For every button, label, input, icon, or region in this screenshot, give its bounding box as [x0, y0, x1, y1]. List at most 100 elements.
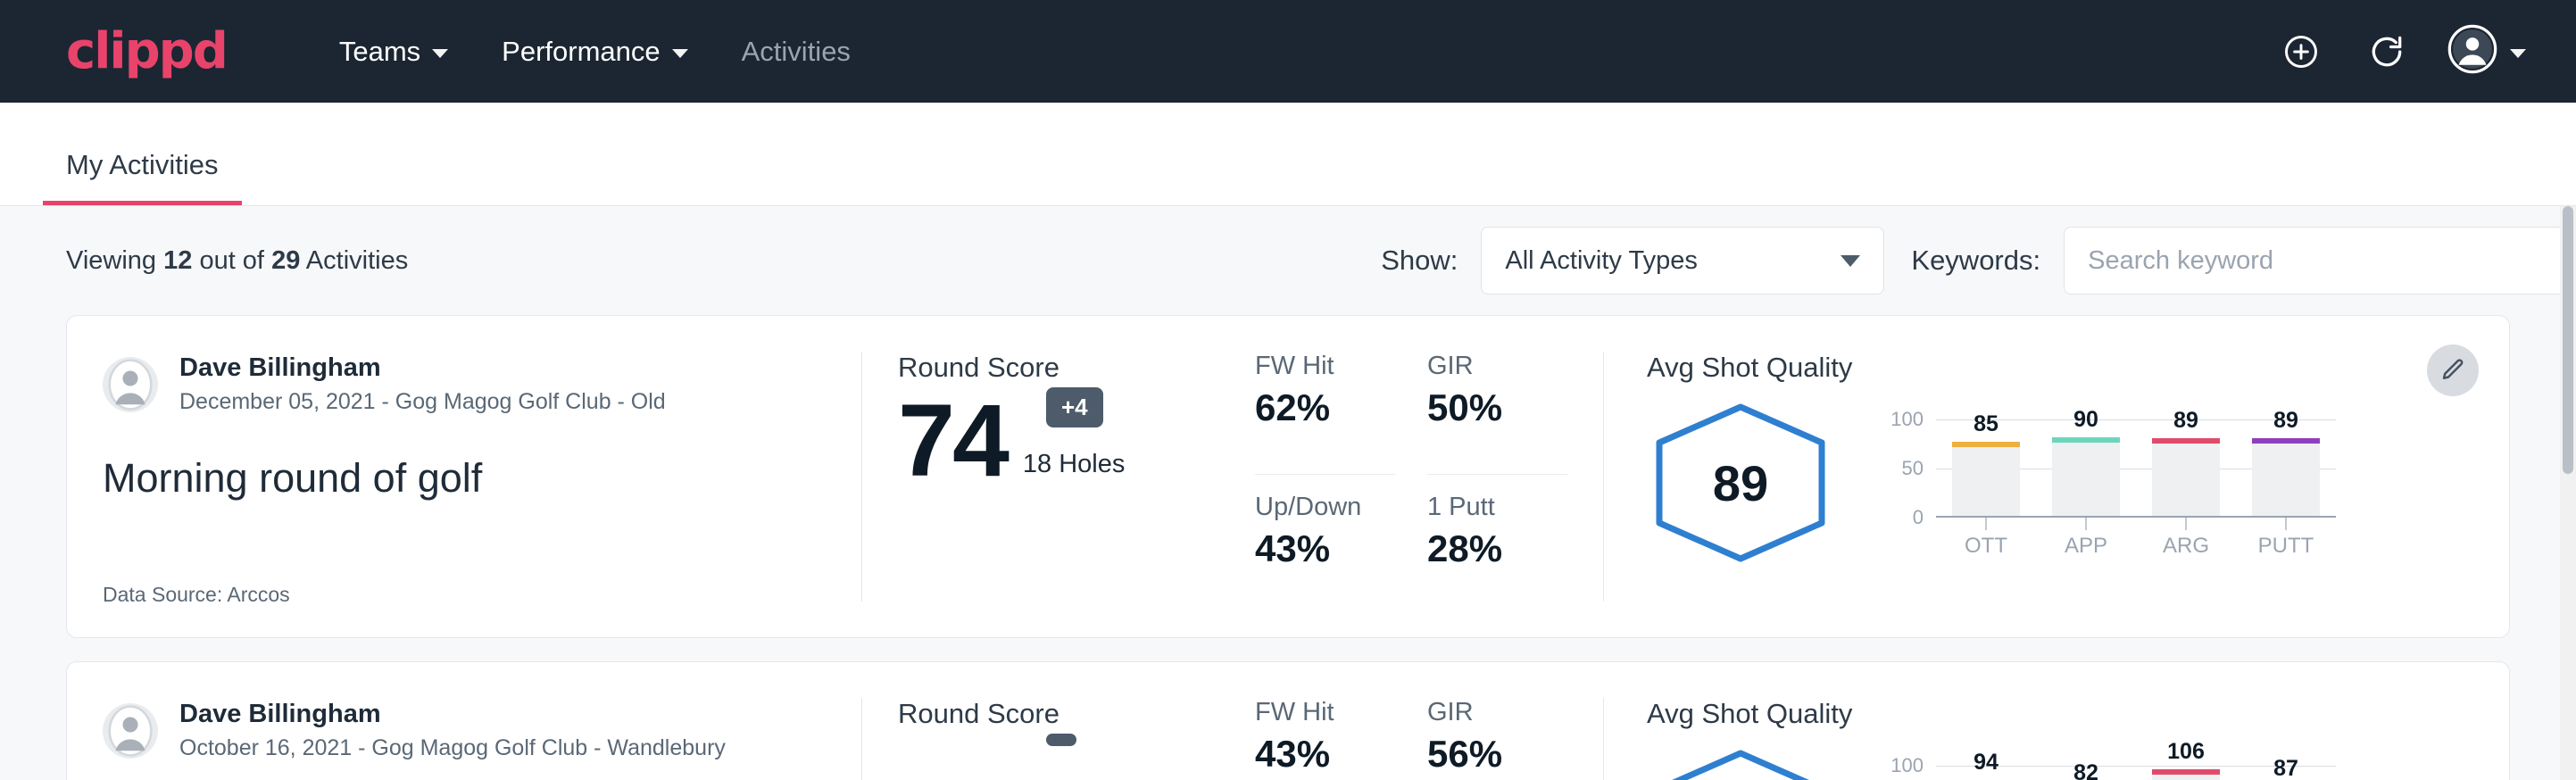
avg-shot-quality-section: Avg Shot Quality 89 100 [1604, 346, 2509, 607]
shot-quality-bar-chart: 100 50 0 85 90 [1881, 400, 2336, 566]
show-label: Show: [1381, 245, 1458, 277]
chevron-down-icon [672, 49, 688, 58]
score-to-par-badge: +4 [1046, 387, 1103, 427]
stat-gir-label: GIR [1427, 352, 1567, 381]
viewing-middle: out of [199, 246, 264, 275]
bar-arg: 106 [2152, 769, 2220, 780]
activity-info: Dave Billingham October 16, 2021 - Gog M… [67, 693, 861, 780]
stat-gir: GIR 50% [1427, 352, 1567, 475]
y-tick-0: 0 [1913, 506, 1924, 529]
avg-shot-quality-label: Avg Shot Quality [1647, 698, 2509, 730]
nav-item-activities[interactable]: Activities [715, 25, 877, 79]
tab-my-activities[interactable]: My Activities [43, 149, 242, 205]
score-to-par-badge [1046, 734, 1076, 746]
shot-quality-hexagon: 89 [1647, 400, 1834, 570]
primary-nav: Teams Performance Activities [312, 25, 877, 79]
activity-type-select-value: All Activity Types [1505, 246, 1697, 276]
nav-item-performance[interactable]: Performance [475, 25, 714, 79]
activity-type-select[interactable]: All Activity Types [1481, 227, 1884, 295]
round-stats: FW Hit 43% GIR 56% [1219, 693, 1603, 780]
scrollbar-thumb[interactable] [2563, 206, 2573, 474]
round-score-section: Round Score [862, 693, 1219, 780]
bar-value-arg: 89 [2152, 408, 2220, 434]
bar-value-putt: 87 [2252, 756, 2320, 780]
chart-x-ticks [1936, 518, 2336, 530]
nav-item-teams-label: Teams [339, 36, 420, 68]
bar-slot: 106 [2152, 766, 2220, 780]
bar-ott: 85 [1952, 442, 2020, 516]
shot-quality-bar-chart: 100 50 0 94 82 [1881, 746, 2336, 780]
viewing-prefix: Viewing [66, 246, 156, 275]
filter-bar: Viewing 12 out of 29 Activities Show: Al… [66, 206, 2510, 315]
activity-card[interactable]: Dave Billingham December 05, 2021 - Gog … [66, 315, 2510, 638]
top-navbar: clippd Teams Performance Activities [0, 0, 2576, 103]
x-label-putt: PUTT [2252, 534, 2320, 559]
stat-fw-hit-label: FW Hit [1255, 698, 1395, 727]
stat-gir-value: 50% [1427, 386, 1567, 429]
viewing-suffix: Activities [306, 246, 408, 275]
round-score-label: Round Score [898, 698, 1219, 730]
stat-up-down-label: Up/Down [1255, 493, 1395, 522]
activity-meta: December 05, 2021 - Gog Magog Golf Club … [179, 387, 666, 418]
add-icon[interactable] [2276, 27, 2326, 77]
round-score-row: 74 +4 18 Holes [898, 393, 1219, 490]
chart-plot-area: 100 50 0 85 90 [1936, 419, 2336, 518]
viewing-count: 12 [163, 246, 192, 275]
viewing-total: 29 [271, 246, 300, 275]
activity-list: Dave Billingham December 05, 2021 - Gog … [66, 315, 2510, 780]
chart-bars: 94 82 106 [1936, 766, 2336, 780]
y-tick-100: 100 [1890, 754, 1924, 777]
x-label-app: APP [2052, 534, 2120, 559]
chevron-down-icon [1841, 255, 1860, 267]
bar-value-ott: 85 [1952, 411, 2020, 437]
bar-cap [2152, 769, 2220, 775]
bar-cap [2052, 437, 2120, 443]
stat-one-putt-value: 28% [1427, 527, 1567, 570]
activity-user: Dave Billingham December 05, 2021 - Gog … [103, 352, 826, 418]
chevron-down-icon [2510, 49, 2526, 58]
avg-shot-quality-body: 100 50 0 94 82 [1647, 746, 2509, 780]
x-label-arg: ARG [2152, 534, 2220, 559]
nav-item-performance-label: Performance [502, 36, 660, 68]
refresh-icon[interactable] [2362, 27, 2412, 77]
stat-one-putt: 1 Putt 28% [1427, 493, 1567, 608]
round-score-label: Round Score [898, 352, 1219, 384]
avatar-icon [2447, 24, 2497, 79]
keyword-filter-group: Keywords: [1911, 227, 2576, 295]
bar-slot: 85 [1952, 419, 2020, 516]
keywords-label: Keywords: [1911, 245, 2040, 277]
bar-value-putt: 89 [2252, 408, 2320, 434]
account-menu[interactable] [2447, 24, 2526, 79]
nav-item-teams[interactable]: Teams [312, 25, 475, 79]
activity-user-name: Dave Billingham [179, 698, 726, 730]
avg-shot-quality-value: 89 [1647, 400, 1834, 566]
bar-putt: 89 [2252, 438, 2320, 516]
stat-fw-hit: FW Hit 43% [1255, 698, 1395, 780]
show-filter-group: Show: All Activity Types [1381, 227, 1884, 295]
stat-one-putt-label: 1 Putt [1427, 493, 1567, 522]
round-score-section: Round Score 74 +4 18 Holes [862, 346, 1219, 607]
bar-value-app: 82 [2052, 760, 2120, 780]
avg-shot-quality-section: Avg Shot Quality 100 [1604, 693, 2509, 780]
nav-item-activities-label: Activities [742, 36, 851, 68]
edit-activity-button[interactable] [2427, 344, 2479, 396]
activity-info: Dave Billingham December 05, 2021 - Gog … [67, 346, 861, 607]
stat-fw-hit-value: 62% [1255, 386, 1395, 429]
avg-shot-quality-label: Avg Shot Quality [1647, 352, 2509, 384]
holes-played: 18 Holes [1023, 450, 1125, 490]
activity-card[interactable]: Dave Billingham October 16, 2021 - Gog M… [66, 661, 2510, 780]
activities-page: Viewing 12 out of 29 Activities Show: Al… [0, 206, 2576, 780]
stat-up-down: Up/Down 43% [1255, 493, 1395, 608]
page-scrollbar[interactable] [2560, 206, 2576, 780]
bar-value-app: 90 [2052, 407, 2120, 433]
bar-cap [2252, 438, 2320, 444]
clippd-logo[interactable]: clippd [66, 27, 227, 77]
stat-up-down-value: 43% [1255, 527, 1395, 570]
search-input[interactable] [2064, 227, 2576, 295]
bar-slot: 82 [2052, 766, 2120, 780]
round-score-value: 74 [898, 393, 1007, 490]
y-tick-100: 100 [1890, 408, 1924, 431]
activity-user-name: Dave Billingham [179, 352, 666, 384]
viewing-summary: Viewing 12 out of 29 Activities [66, 246, 408, 276]
bar-value-ott: 94 [1952, 750, 2020, 776]
